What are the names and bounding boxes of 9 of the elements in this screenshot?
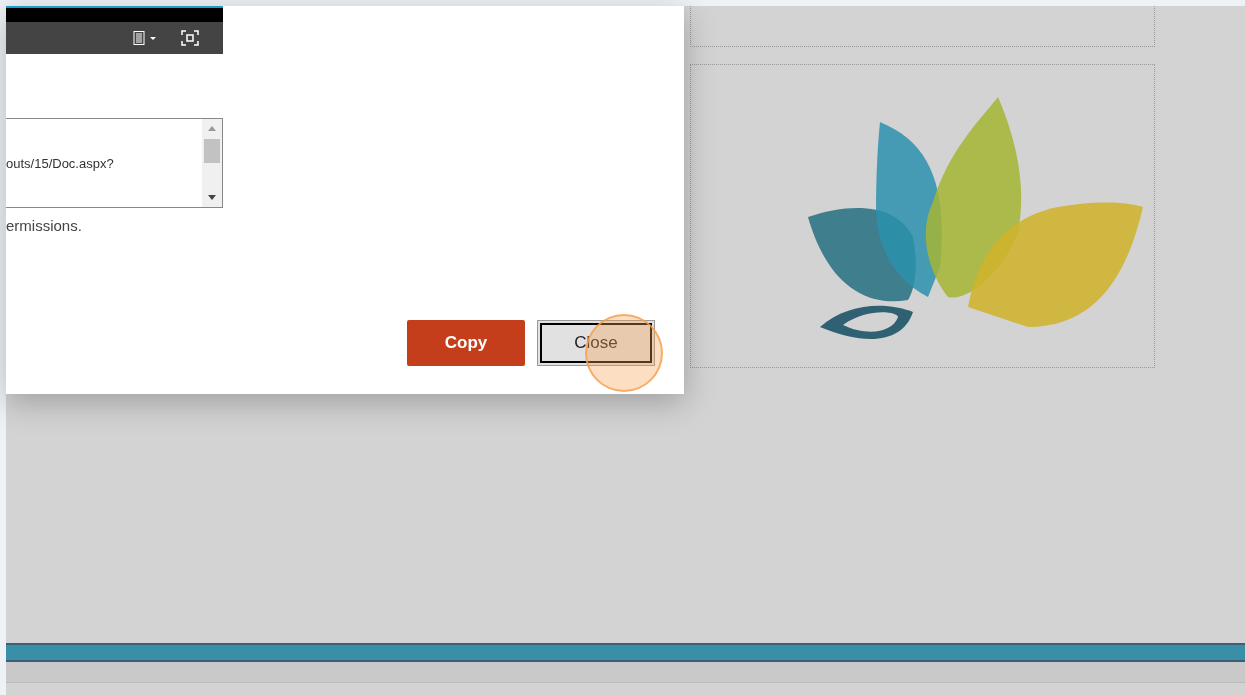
scroll-down-icon[interactable] xyxy=(207,193,217,201)
fullscreen-icon[interactable] xyxy=(181,30,199,46)
note-text: ermissions. xyxy=(6,217,82,234)
page-view-icon[interactable] xyxy=(133,31,157,45)
url-field[interactable]: outs/15/Doc.aspx? xyxy=(6,118,223,208)
url-text: outs/15/Doc.aspx? xyxy=(6,155,115,173)
copy-button[interactable]: Copy xyxy=(407,320,525,366)
scrollbar[interactable] xyxy=(202,119,222,207)
scroll-thumb[interactable] xyxy=(204,139,220,163)
